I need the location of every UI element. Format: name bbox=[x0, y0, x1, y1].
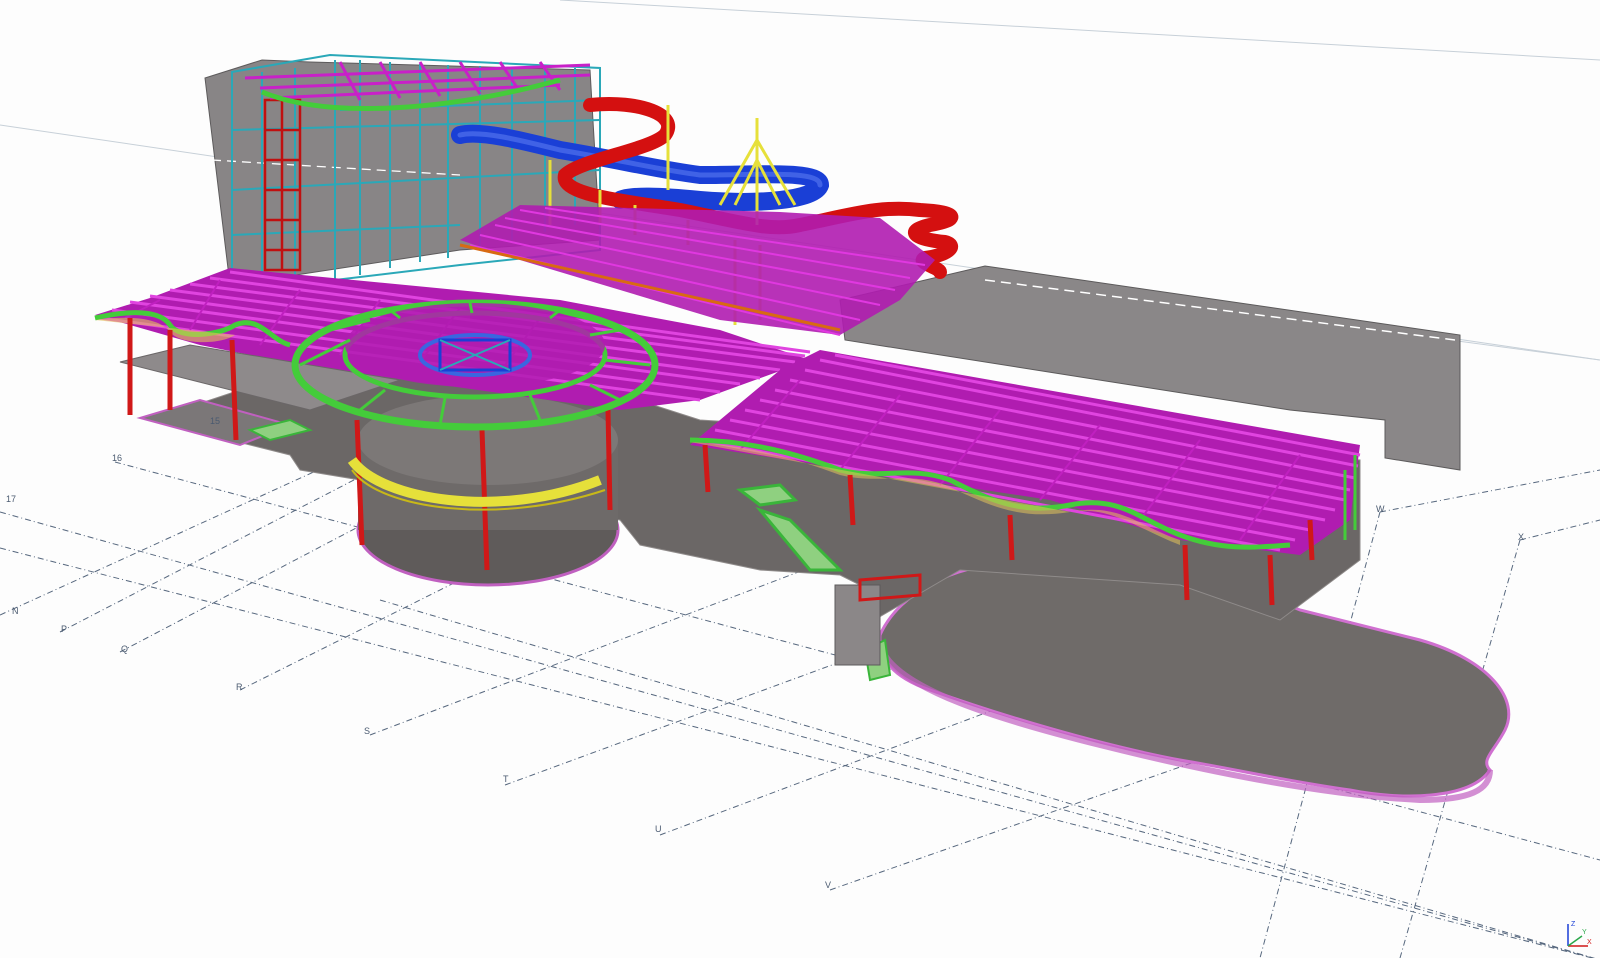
grid-label-Q: Q bbox=[121, 644, 128, 654]
axis-x-label: X bbox=[1587, 939, 1592, 946]
model-3d-viewport[interactable]: 15 16 17 N P Q R S T U V W X Z X Y bbox=[0, 0, 1600, 958]
grid-label-X: X bbox=[1518, 532, 1524, 542]
grid-label-R: R bbox=[236, 682, 243, 692]
grid-label-16: 16 bbox=[112, 453, 122, 463]
model-scene[interactable]: 15 16 17 N P Q R S T U V W X bbox=[0, 0, 1600, 958]
grid-label-T: T bbox=[503, 774, 509, 784]
grid-label-P: P bbox=[61, 624, 67, 634]
grid-label-V: V bbox=[825, 880, 831, 890]
grid-label-15: 15 bbox=[210, 416, 220, 426]
grid-label-U: U bbox=[655, 824, 662, 834]
grid-label-W: W bbox=[1376, 504, 1385, 514]
axis-y-label: Y bbox=[1582, 929, 1587, 936]
drum-top bbox=[358, 395, 618, 485]
axis-z-label: Z bbox=[1571, 921, 1576, 928]
grid-label-17: 17 bbox=[6, 494, 16, 504]
pool-slab[interactable] bbox=[878, 558, 1511, 798]
grid-label-N: N bbox=[12, 606, 19, 616]
axis-triad-icon: Z X Y bbox=[1567, 921, 1592, 947]
pool-stair-wall bbox=[834, 584, 881, 666]
grid-label-S: S bbox=[364, 726, 370, 736]
axis-y-line bbox=[1567, 935, 1583, 947]
